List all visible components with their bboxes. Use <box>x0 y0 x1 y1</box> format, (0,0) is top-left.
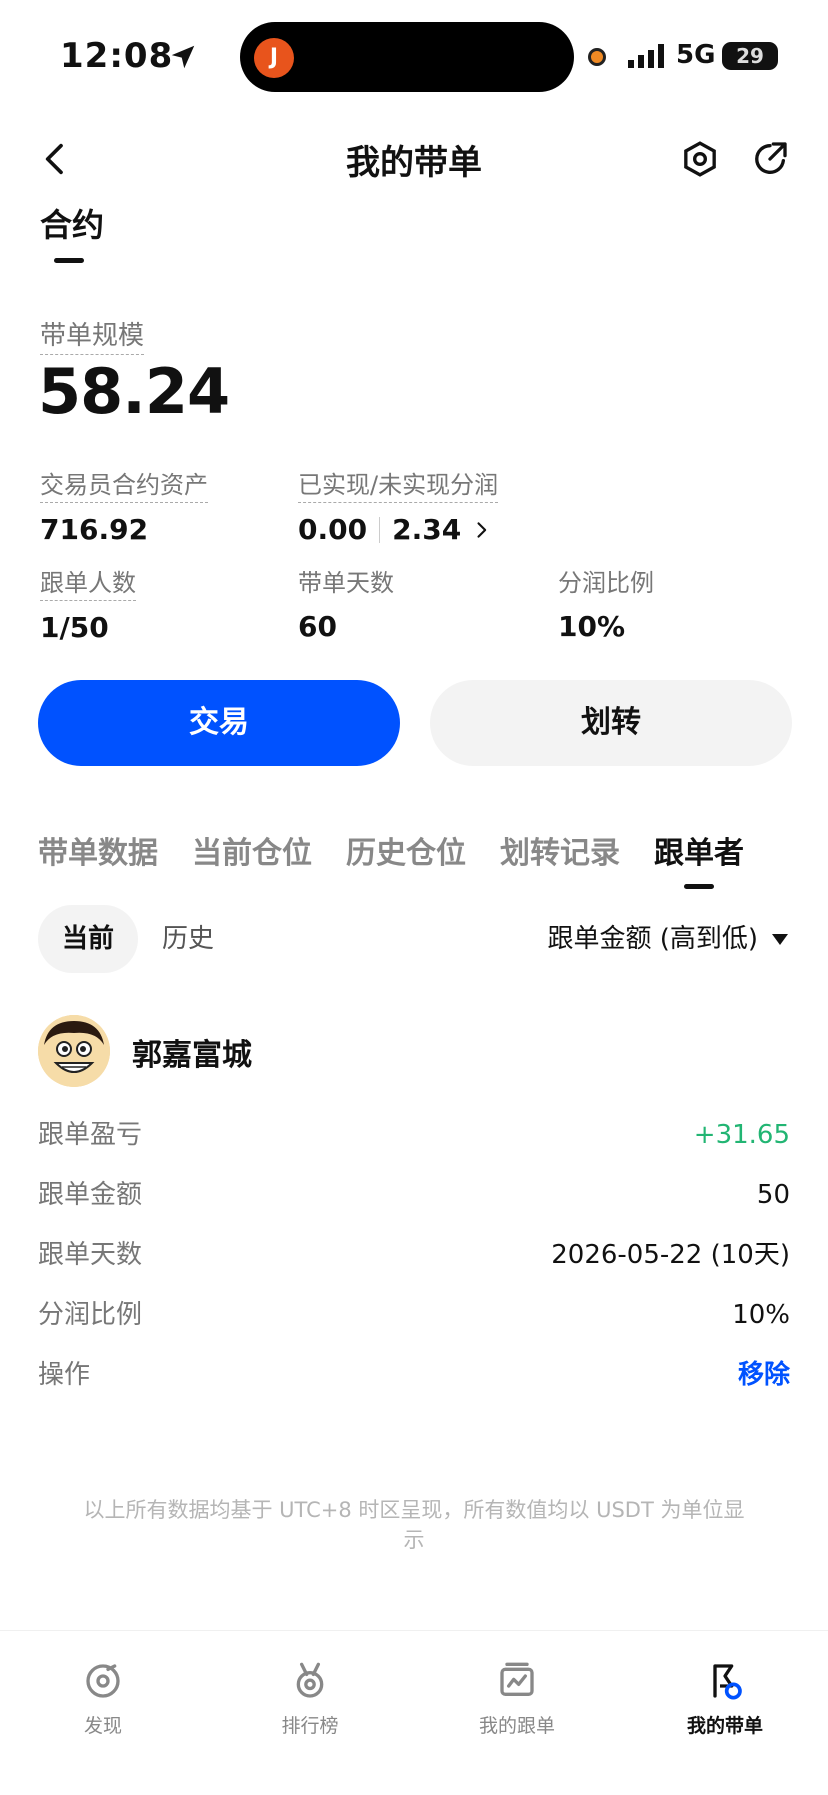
stat-label: 已实现/未实现分润 <box>298 465 499 503</box>
detail-row-pnl: 跟单盈亏 +31.65 <box>38 1105 790 1165</box>
detail-key: 跟单金额 <box>38 1180 143 1210</box>
location-arrow-icon <box>171 45 195 69</box>
detail-row-share: 分润比例 10% <box>38 1285 790 1345</box>
realized-value: 0.00 <box>298 513 368 546</box>
status-time: 12:08 <box>60 36 174 76</box>
detail-value: 2026-05-22 (10天) <box>551 1240 790 1270</box>
network-type: 5G <box>676 40 716 70</box>
medal-icon <box>296 1662 324 1698</box>
nav-my-follow[interactable]: 我的跟单 <box>447 1661 587 1738</box>
tab-transfer-records[interactable]: 划转记录 <box>500 828 620 872</box>
nav-ranking[interactable]: 排行榜 <box>240 1661 380 1738</box>
detail-value: +31.65 <box>693 1120 790 1150</box>
nav-my-lead[interactable]: 我的带单 <box>655 1661 795 1738</box>
follower-name: 郭嘉富城 <box>132 1038 252 1073</box>
detail-row-amount: 跟单金额 50 <box>38 1165 790 1225</box>
nav-discover[interactable]: 发现 <box>33 1661 173 1738</box>
nav-label: 我的跟单 <box>478 1715 555 1737</box>
follower-details: 跟单盈亏 +31.65 跟单金额 50 跟单天数 2026-05-22 (10天… <box>38 1105 790 1405</box>
share-icon[interactable] <box>750 139 790 179</box>
detail-value: 50 <box>756 1180 790 1210</box>
stat-label: 带单天数 <box>298 569 394 597</box>
tab-contract[interactable]: 合约 <box>40 200 104 246</box>
recording-indicator <box>588 48 606 66</box>
signal-icon <box>628 44 664 68</box>
footnote: 以上所有数据均基于 UTC+8 时区呈现，所有数值均以 USDT 为单位显示 <box>83 1498 745 1552</box>
tab-underline <box>54 258 84 263</box>
detail-key: 跟单盈亏 <box>38 1120 143 1150</box>
nav-label: 我的带单 <box>686 1715 763 1737</box>
tab-followers[interactable]: 跟单者 <box>654 828 744 889</box>
avatar <box>38 1015 110 1087</box>
detail-row-action: 操作 移除 <box>38 1345 790 1405</box>
trade-button[interactable]: 交易 <box>38 680 400 766</box>
pnl-values[interactable]: 0.00 2.34 <box>298 513 498 546</box>
settings-hex-icon[interactable] <box>680 139 720 179</box>
dynamic-island: J <box>240 22 574 92</box>
detail-row-days: 跟单天数 2026-05-22 (10天) <box>38 1225 790 1285</box>
stat-value: 1/50 <box>40 611 109 644</box>
stat-value: 716.92 <box>40 513 149 546</box>
segment-history[interactable]: 历史 <box>162 905 214 973</box>
tab-lead-data[interactable]: 带单数据 <box>38 828 158 872</box>
caret-down-icon <box>772 933 788 945</box>
discover-icon <box>86 1664 120 1698</box>
remove-button[interactable]: 移除 <box>738 1345 790 1405</box>
bottom-nav: 发现 排行榜 我的跟单 我的带单 <box>0 1630 828 1795</box>
stat-label: 分润比例 <box>558 569 654 597</box>
detail-key: 分润比例 <box>38 1300 143 1330</box>
segment-current[interactable]: 当前 <box>38 905 138 973</box>
scale-label: 带单规模 <box>40 315 145 355</box>
nav-label: 排行榜 <box>281 1715 339 1737</box>
detail-key: 操作 <box>38 1360 91 1390</box>
chevron-right-icon <box>477 521 487 538</box>
battery-level: 29 <box>736 44 764 68</box>
unrealized-value: 2.34 <box>392 513 462 546</box>
scale-value: 58.24 <box>38 355 230 428</box>
tab-current-positions[interactable]: 当前仓位 <box>192 828 312 872</box>
stat-profit-share[interactable]: 已实现/未实现分润 0.00 2.34 <box>298 465 499 546</box>
scale-label-text: 带单规模 <box>40 315 145 355</box>
island-app-icon: J <box>254 38 294 78</box>
stat-followers: 跟单人数 1/50 <box>40 563 136 644</box>
nav-label: 发现 <box>83 1715 122 1737</box>
stat-label: 跟单人数 <box>40 563 136 601</box>
stat-trader-assets: 交易员合约资产 716.92 <box>40 465 208 546</box>
battery-icon: 29 <box>722 42 778 70</box>
stat-share-ratio: 分润比例 10% <box>558 563 654 643</box>
chart-window-icon <box>500 1662 534 1696</box>
nav-header: 我的带单 <box>0 125 828 195</box>
stat-value: 60 <box>298 610 337 643</box>
stat-value: 10% <box>558 610 626 643</box>
stat-days: 带单天数 60 <box>298 563 394 643</box>
flag-badge-icon <box>713 1664 742 1700</box>
detail-value: 10% <box>732 1300 790 1330</box>
status-bar: 12:08 J 5G 29 <box>0 0 828 110</box>
transfer-button[interactable]: 划转 <box>430 680 792 766</box>
tab-history-positions[interactable]: 历史仓位 <box>346 828 466 872</box>
data-tabs: 带单数据 当前仓位 历史仓位 划转记录 跟单者 <box>38 828 778 889</box>
avatar-face-icon <box>38 1015 110 1087</box>
divider <box>379 516 381 543</box>
detail-key: 跟单天数 <box>38 1240 143 1270</box>
stat-label: 交易员合约资产 <box>40 465 208 503</box>
sort-dropdown[interactable]: 跟单金额 (高到低) <box>547 905 788 973</box>
sort-label: 跟单金额 (高到低) <box>547 924 758 954</box>
